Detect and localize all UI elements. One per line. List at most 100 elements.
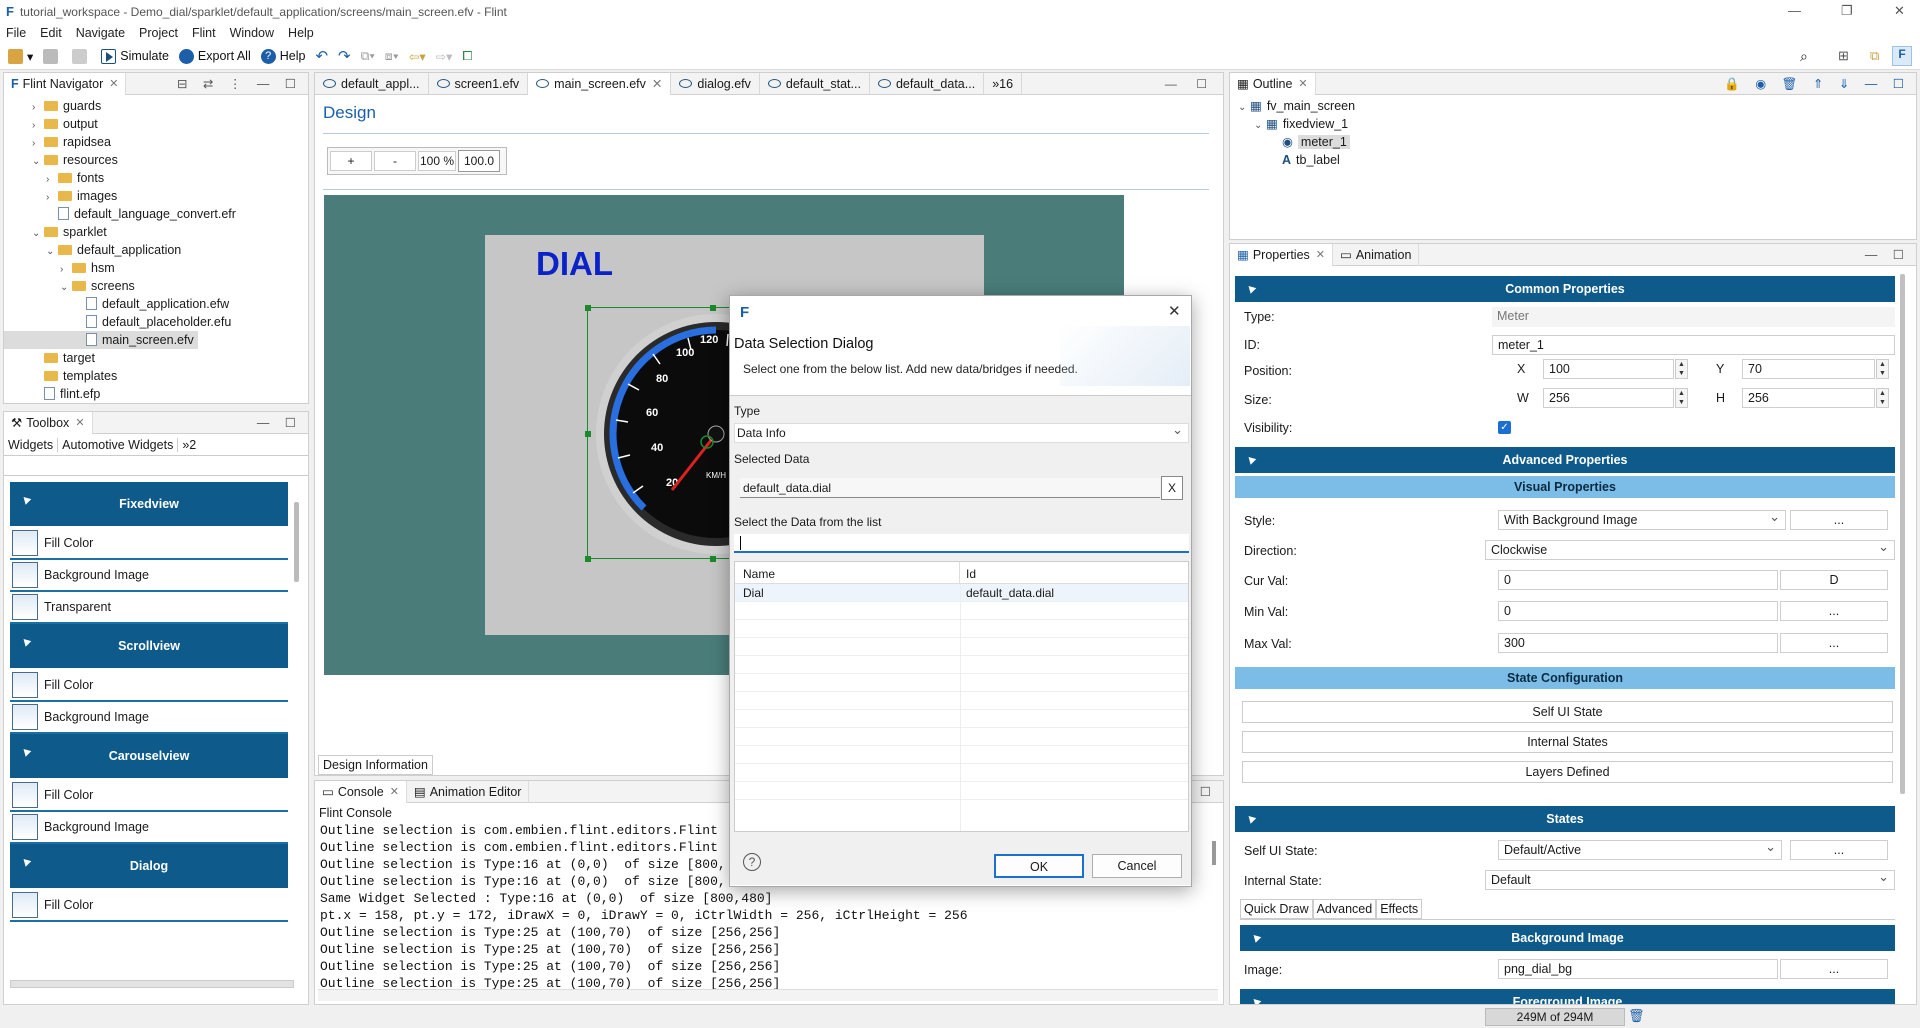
self-ui-state-more-button[interactable]: ...	[1790, 840, 1888, 860]
toolbox-widget-item[interactable]: Background Image	[10, 702, 288, 734]
tree-item[interactable]: › rapidsea	[4, 133, 308, 151]
table-row[interactable]	[735, 620, 1188, 638]
tab-properties[interactable]: ▦ Properties ✕	[1230, 244, 1334, 266]
resize-handle[interactable]	[710, 305, 716, 311]
table-row[interactable]	[735, 602, 1188, 620]
foreground-image-header[interactable]: Foreground Image	[1240, 989, 1895, 1004]
help-icon[interactable]: ?	[743, 853, 761, 871]
tree-item[interactable]: ⌄ resources	[4, 151, 308, 169]
tree-item[interactable]: › fonts	[4, 169, 308, 187]
clear-selected-button[interactable]: X	[1161, 476, 1183, 500]
view-controls[interactable]: — ☐	[1865, 247, 1910, 262]
tree-item[interactable]: › hsm	[4, 259, 308, 277]
view-menu-icons[interactable]: ⊟ ⇄ ⋮ — ☐	[177, 76, 302, 91]
tree-item[interactable]: ⌄ default_application	[4, 241, 308, 259]
garbage-collect-icon[interactable]: 🗑	[1628, 1008, 1645, 1024]
visual-properties-header[interactable]: Visual Properties	[1235, 476, 1895, 498]
table-row[interactable]	[735, 782, 1188, 800]
zoom-out-button[interactable]: -	[374, 151, 416, 171]
image-input[interactable]: png_dial_bg	[1498, 959, 1778, 979]
toolbox-widget-item[interactable]: Fill Color	[10, 670, 288, 702]
toolbox-scrollbar[interactable]	[294, 502, 299, 582]
outline-toolbar-icons[interactable]: 🔒 ◉ 🗑 ⇑ ⇓ — ☐	[1724, 76, 1910, 92]
editor-tab[interactable]: main_screen.efv ✕	[528, 72, 672, 95]
view-controls[interactable]: — ☐	[257, 415, 302, 430]
outline-item[interactable]: ⌄ ▦ fv_main_screen	[1238, 97, 1916, 115]
redo-icon[interactable]: ↷	[338, 47, 351, 65]
style-dropdown[interactable]: With Background Image	[1498, 508, 1786, 530]
editor-tab[interactable]: default_data...	[870, 72, 985, 95]
tab-animation[interactable]: ▭ Animation	[1333, 244, 1420, 266]
subtab-advanced[interactable]: Advanced	[1312, 899, 1377, 919]
table-row[interactable]	[735, 728, 1188, 746]
export-all-button[interactable]: Export All	[178, 48, 251, 64]
ok-button[interactable]: OK	[994, 854, 1084, 878]
tree-item[interactable]: templates	[4, 367, 308, 385]
tree-item[interactable]: › images	[4, 187, 308, 205]
zoom-in-button[interactable]: +	[330, 151, 372, 171]
expand-icon[interactable]: ⌄	[1254, 117, 1266, 135]
toolbox-widget-item[interactable]: Background Image	[10, 560, 288, 592]
resize-handle[interactable]	[585, 556, 591, 562]
maximize-button[interactable]: ❐	[1841, 3, 1853, 19]
tab-design-information[interactable]: Design Information	[318, 755, 433, 775]
dial-title-label[interactable]: DIAL	[536, 245, 613, 283]
menu-window[interactable]: Window	[230, 26, 274, 40]
layers-defined-button[interactable]: Layers Defined	[1242, 761, 1893, 783]
internal-states-button[interactable]: Internal States	[1242, 731, 1893, 753]
background-image-header[interactable]: Background Image	[1240, 925, 1895, 951]
h-input[interactable]: 256	[1742, 388, 1875, 408]
table-row[interactable]	[735, 764, 1188, 782]
table-row[interactable]	[735, 638, 1188, 656]
align-icon[interactable]: ⧉▾	[361, 49, 375, 64]
filter-input[interactable]	[734, 534, 1189, 553]
x-input[interactable]: 100	[1543, 359, 1674, 379]
simulate-button[interactable]: Simulate	[101, 48, 169, 64]
menu-edit[interactable]: Edit	[40, 26, 62, 40]
menu-navigate[interactable]: Navigate	[76, 26, 125, 40]
close-icon[interactable]: ✕	[1298, 77, 1307, 90]
toolbox-widget-item[interactable]: Fill Color	[10, 780, 288, 812]
style-more-button[interactable]: ...	[1790, 510, 1888, 530]
close-window-button[interactable]: ✕	[1894, 3, 1905, 19]
zoom-value-input[interactable]: 100.0	[458, 150, 500, 172]
min-val-more-button[interactable]: ...	[1780, 601, 1888, 621]
tree-item[interactable]: target	[4, 349, 308, 367]
resize-handle[interactable]	[585, 305, 591, 311]
subtab-overflow[interactable]: »2	[178, 438, 200, 452]
expand-icon[interactable]: ⌄	[1238, 99, 1250, 117]
subtab-widgets[interactable]: Widgets	[4, 437, 59, 452]
tab-animation-editor[interactable]: ▤ Animation Editor	[407, 780, 530, 803]
menu-project[interactable]: Project	[139, 26, 178, 40]
editor-tab[interactable]: screen1.efv	[429, 72, 529, 95]
tree-item[interactable]: default_language_convert.efr	[4, 205, 308, 223]
table-row[interactable]	[735, 710, 1188, 728]
zoom-percent[interactable]: 100 %	[418, 151, 456, 171]
editor-tab[interactable]: default_appl...	[315, 72, 429, 95]
type-dropdown[interactable]: Data Info	[734, 421, 1189, 443]
image-more-button[interactable]: ...	[1780, 959, 1888, 979]
outline-item[interactable]: Atb_label	[1238, 151, 1916, 169]
close-icon[interactable]: ✕	[75, 416, 84, 429]
editor-tab[interactable]: dialog.efv	[671, 72, 760, 95]
h-spinner[interactable]: ▲ ▼	[1876, 388, 1889, 408]
properties-scrollbar[interactable]	[1900, 274, 1905, 794]
direction-dropdown[interactable]: Clockwise	[1485, 538, 1895, 560]
close-icon[interactable]: ✕	[1316, 248, 1325, 261]
subtab-automotive-widgets[interactable]: Automotive Widgets	[58, 437, 179, 452]
tab-toolbox[interactable]: ⚒ Toolbox ✕	[4, 411, 93, 434]
dialog-close-button[interactable]: ✕	[1168, 302, 1181, 320]
x-spinner[interactable]: ▲ ▼	[1675, 359, 1688, 379]
tab-flint-navigator[interactable]: F Flint Navigator ✕	[4, 72, 127, 95]
cur-val-data-button[interactable]: D	[1780, 570, 1888, 590]
data-list-table[interactable]: Name Id Dial default_data.dial	[734, 561, 1189, 832]
internal-state-dropdown[interactable]: Default	[1485, 868, 1895, 890]
menu-file[interactable]: File	[6, 26, 26, 40]
toolbox-h-scrollbar[interactable]	[10, 980, 294, 988]
toolbox-section-header[interactable]: Dialog	[10, 844, 288, 888]
column-id-header[interactable]: Id	[960, 562, 1188, 583]
new-icon[interactable]: ▾	[8, 48, 33, 64]
minimize-button[interactable]: —	[1788, 3, 1801, 18]
w-spinner[interactable]: ▲ ▼	[1675, 388, 1688, 408]
states-header[interactable]: States	[1235, 806, 1895, 832]
